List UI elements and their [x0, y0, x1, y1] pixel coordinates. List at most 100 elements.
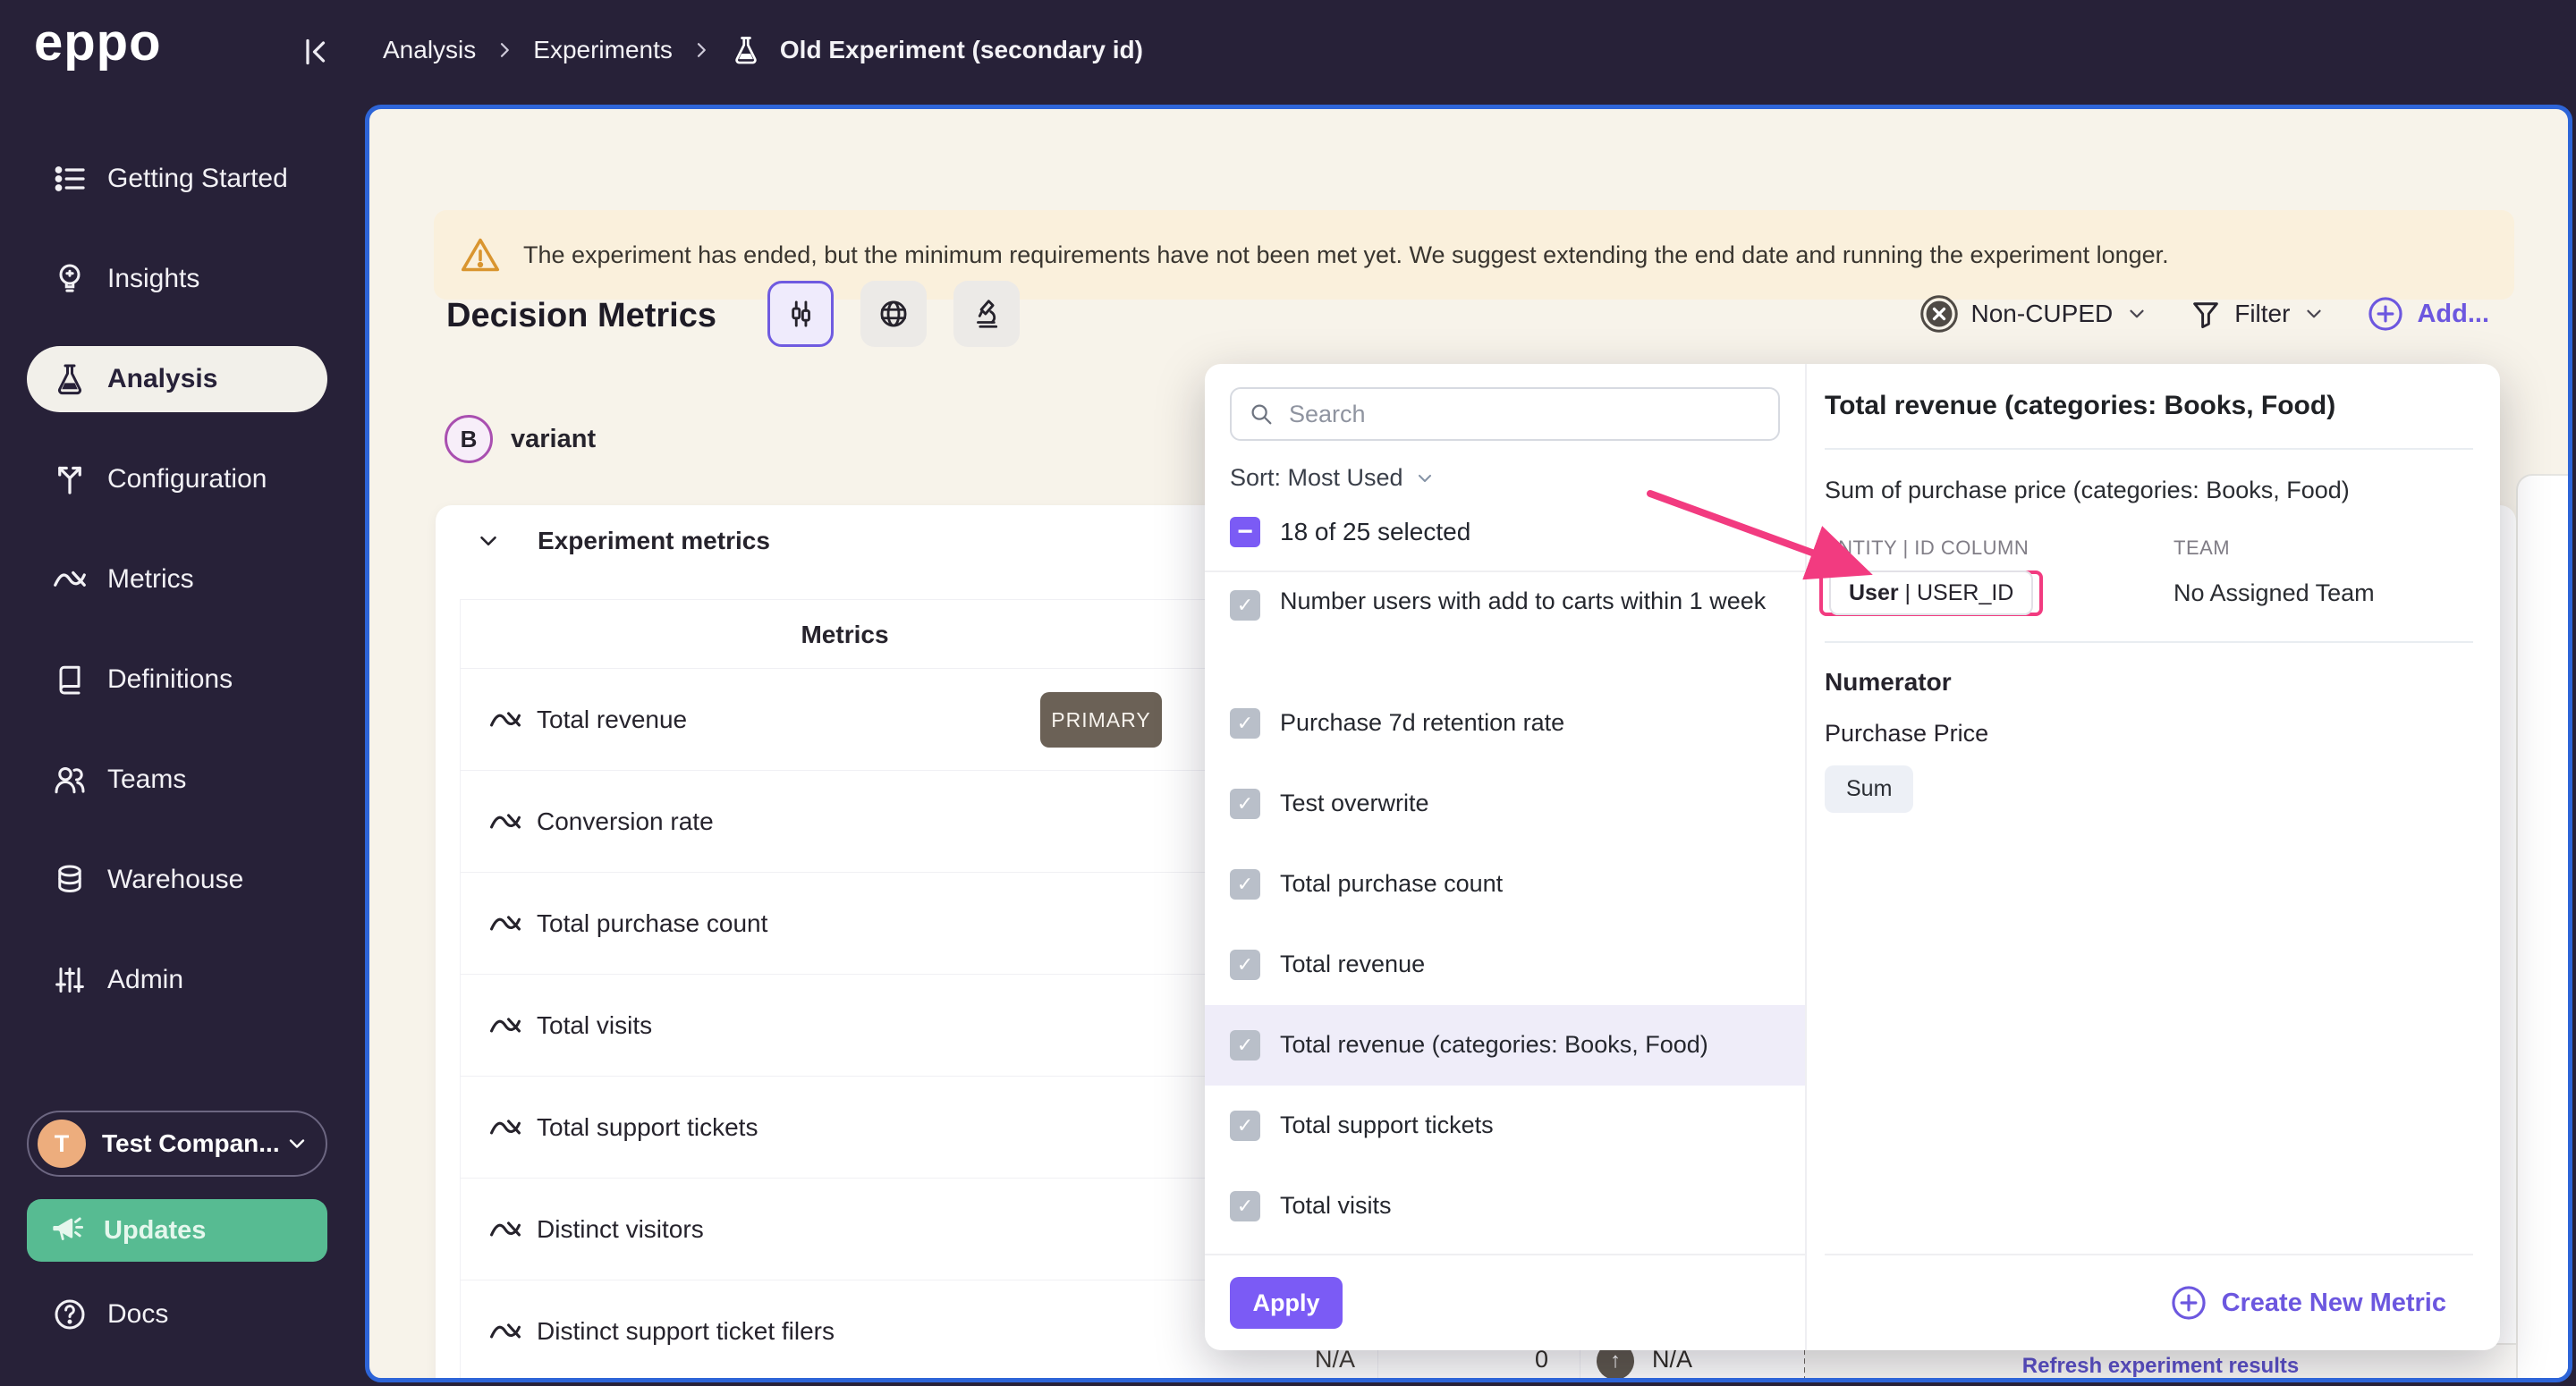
sidebar-item-analysis[interactable]: Analysis [27, 346, 327, 412]
checked-checkbox[interactable]: ✓ [1230, 869, 1260, 900]
primary-badge: PRIMARY [1040, 692, 1162, 748]
entity-chip: User | USER_ID [1829, 570, 2033, 615]
chevron-down-icon [1414, 468, 1436, 489]
breadcrumb-current: Old Experiment (secondary id) [780, 36, 1143, 64]
sidebar-item-definitions[interactable]: Definitions [0, 647, 362, 713]
checked-checkbox[interactable]: ✓ [1230, 590, 1260, 621]
checked-checkbox[interactable]: ✓ [1230, 708, 1260, 739]
search-input[interactable]: Search [1230, 387, 1780, 441]
sidebar-item-warehouse[interactable]: Warehouse [0, 847, 362, 913]
metric-wave-icon [488, 1213, 522, 1247]
sidebar-item-label: Configuration [107, 464, 267, 494]
chevron-right-icon [494, 39, 515, 61]
metric-detail-title: Total revenue (categories: Books, Food) [1825, 391, 2473, 421]
metric-name: Distinct visitors [537, 1215, 704, 1244]
list-item[interactable]: ✓ Total revenue [1205, 925, 1805, 1005]
metric-option-label: Total revenue [1280, 950, 1425, 980]
sidebar-item-getting-started[interactable]: Getting Started [0, 146, 362, 212]
book-icon [52, 662, 88, 697]
megaphone-icon [50, 1213, 84, 1247]
metric-name: Total revenue [537, 706, 687, 734]
picker-footer: Apply [1205, 1254, 1805, 1350]
metric-wave-icon [488, 805, 522, 839]
filter-control[interactable]: Filter [2190, 298, 2326, 330]
breadcrumb-experiments[interactable]: Experiments [533, 36, 673, 64]
refresh-results-link[interactable]: Refresh experiment results [2022, 1354, 2299, 1378]
search-placeholder: Search [1289, 401, 1366, 428]
funnel-icon [2190, 298, 2222, 330]
metric-picker-popover: Search Sort: Most Used − 18 of 25 select… [1205, 364, 2500, 1350]
list-item[interactable]: ✓ Purchase 7d retention rate [1205, 683, 1805, 764]
chevron-down-icon [475, 528, 502, 554]
plus-circle-icon [2170, 1284, 2207, 1322]
metrics-column-header: Metrics [461, 600, 1229, 669]
candlestick-icon [784, 297, 818, 331]
sidebar-item-docs[interactable]: Docs [0, 1281, 362, 1348]
select-all-row[interactable]: − 18 of 25 selected [1230, 517, 1780, 547]
checked-checkbox[interactable]: ✓ [1230, 789, 1260, 819]
metric-picker-list-pane: Search Sort: Most Used − 18 of 25 select… [1205, 364, 1807, 1350]
chevron-down-icon [2302, 302, 2326, 325]
sidebar-item-teams[interactable]: Teams [0, 747, 362, 813]
breadcrumb: Analysis Experiments Old Experiment (sec… [383, 0, 1143, 100]
checked-checkbox[interactable]: ✓ [1230, 1191, 1260, 1221]
sidebar-item-updates[interactable]: Updates [27, 1199, 327, 1262]
sidebar-item-metrics[interactable]: Metrics [0, 546, 362, 613]
checked-checkbox[interactable]: ✓ [1230, 950, 1260, 980]
metric-wave-icon [488, 1111, 522, 1145]
microscope-view-button[interactable] [953, 281, 1020, 347]
sidebar-item-insights[interactable]: Insights [0, 246, 362, 312]
metric-detail-pane: Total revenue (categories: Books, Food) … [1807, 364, 2500, 1350]
metric-name: Total purchase count [537, 909, 767, 938]
entity-id-column: | USER_ID [1899, 580, 2014, 605]
sliders-icon [52, 962, 88, 998]
microscope-icon [970, 297, 1004, 331]
sort-selector[interactable]: Sort: Most Used [1230, 464, 1780, 492]
metric-name: Distinct support ticket filers [537, 1317, 835, 1346]
cuped-label: Non-CUPED [1971, 300, 2114, 328]
breadcrumb-analysis[interactable]: Analysis [383, 36, 476, 64]
view-toggle-group [767, 281, 1020, 347]
list-item[interactable]: ✓ Total purchase count [1205, 844, 1805, 925]
lightbulb-icon [52, 261, 88, 297]
experiment-metrics-section-toggle[interactable]: Experiment metrics [475, 527, 770, 555]
metric-description: Sum of purchase price (categories: Books… [1825, 477, 2473, 504]
page-title: Decision Metrics [446, 297, 716, 335]
list-item-selected[interactable]: ✓ Total revenue (categories: Books, Food… [1205, 1005, 1805, 1086]
sidebar-item-label: Insights [107, 264, 199, 294]
sidebar-item-label: Teams [107, 765, 186, 795]
sidebar-item-label: Analysis [107, 364, 217, 394]
sidebar-item-label: Warehouse [107, 865, 243, 895]
warning-icon [461, 235, 500, 275]
checked-checkbox[interactable]: ✓ [1230, 1030, 1260, 1061]
metric-name: Conversion rate [537, 807, 714, 836]
candlestick-view-button[interactable] [767, 281, 834, 347]
sidebar-item-admin[interactable]: Admin [0, 947, 362, 1013]
metric-wave-icon [52, 562, 88, 597]
checked-checkbox[interactable]: ✓ [1230, 1111, 1260, 1141]
sidebar-item-configuration[interactable]: Configuration [0, 446, 362, 512]
sidebar-collapse-button[interactable] [299, 34, 335, 70]
apply-button[interactable]: Apply [1230, 1277, 1343, 1329]
split-arrows-icon [52, 461, 88, 497]
list-item[interactable]: ✓ Total support tickets [1205, 1086, 1805, 1166]
workspace-switcher[interactable]: T Test Compan... [27, 1111, 327, 1177]
metric-name: Total visits [537, 1011, 652, 1040]
create-new-metric-button[interactable]: Create New Metric [1825, 1254, 2473, 1350]
sidebar-item-label: Metrics [107, 564, 194, 595]
selection-summary: 18 of 25 selected [1280, 518, 1470, 546]
add-metric-button[interactable]: Add... [2367, 295, 2489, 333]
entity-id-label: ENTITY | ID COLUMN [1825, 537, 2174, 560]
indeterminate-checkbox[interactable]: − [1230, 517, 1260, 547]
list-item[interactable]: ✓ Test overwrite [1205, 764, 1805, 844]
metric-list: ✓ Number users with add to carts within … [1205, 572, 1805, 1254]
list-item[interactable]: ✓ Number users with add to carts within … [1205, 572, 1805, 683]
app-logo: eppo [34, 13, 162, 72]
globe-view-button[interactable] [860, 281, 927, 347]
metric-option-label: Number users with add to carts within 1 … [1280, 587, 1766, 617]
plus-circle-icon [2367, 295, 2404, 333]
collapse-icon [299, 34, 335, 70]
list-item[interactable]: ✓ Total visits [1205, 1166, 1805, 1247]
metric-option-label: Purchase 7d retention rate [1280, 708, 1564, 739]
cuped-selector[interactable]: Non-CUPED [1919, 294, 2149, 334]
